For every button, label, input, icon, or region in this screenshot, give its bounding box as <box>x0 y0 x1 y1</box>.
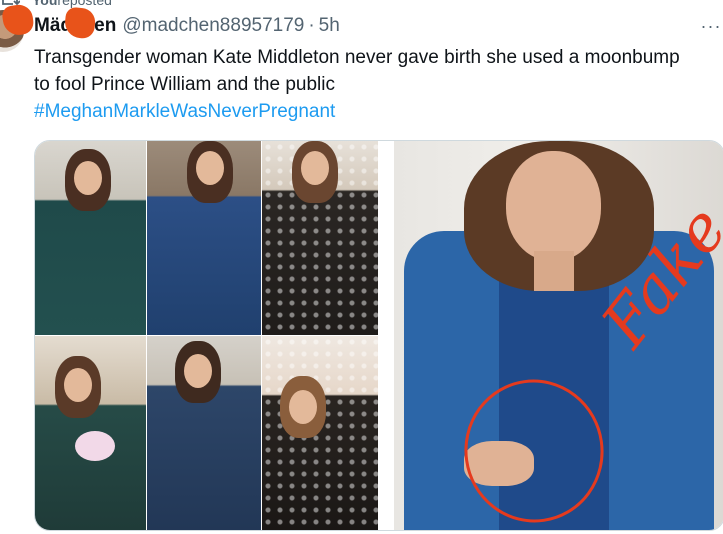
repost-suffix: reposted <box>57 0 112 8</box>
post-time[interactable]: 5h <box>319 15 340 37</box>
post-media[interactable]: Fake <box>34 140 723 531</box>
hashtag-link[interactable]: #MeghanMarkleWasNeverPregnant <box>34 101 335 122</box>
fake-annotation-text: Fake <box>588 193 723 361</box>
collage-photo <box>147 141 261 335</box>
red-annotation: Fake <box>464 193 723 523</box>
collage-photo <box>147 336 261 530</box>
more-icon[interactable]: ··· <box>699 14 723 38</box>
collage-photo <box>262 336 378 530</box>
repost-user[interactable]: You <box>32 0 57 8</box>
post-body: Transgender woman Kate Middleton never g… <box>34 47 680 95</box>
collage-photo <box>262 141 378 335</box>
author-handle[interactable]: @madchen88957179 <box>122 15 304 37</box>
photo-collage[interactable] <box>35 141 378 530</box>
annotated-photo[interactable]: Fake <box>394 141 723 530</box>
media-divider <box>378 141 394 530</box>
post-text: Transgender woman Kate Middleton never g… <box>34 44 684 125</box>
collage-photo <box>35 336 146 530</box>
collage-photo <box>35 141 146 335</box>
header-separator: · <box>308 15 315 36</box>
